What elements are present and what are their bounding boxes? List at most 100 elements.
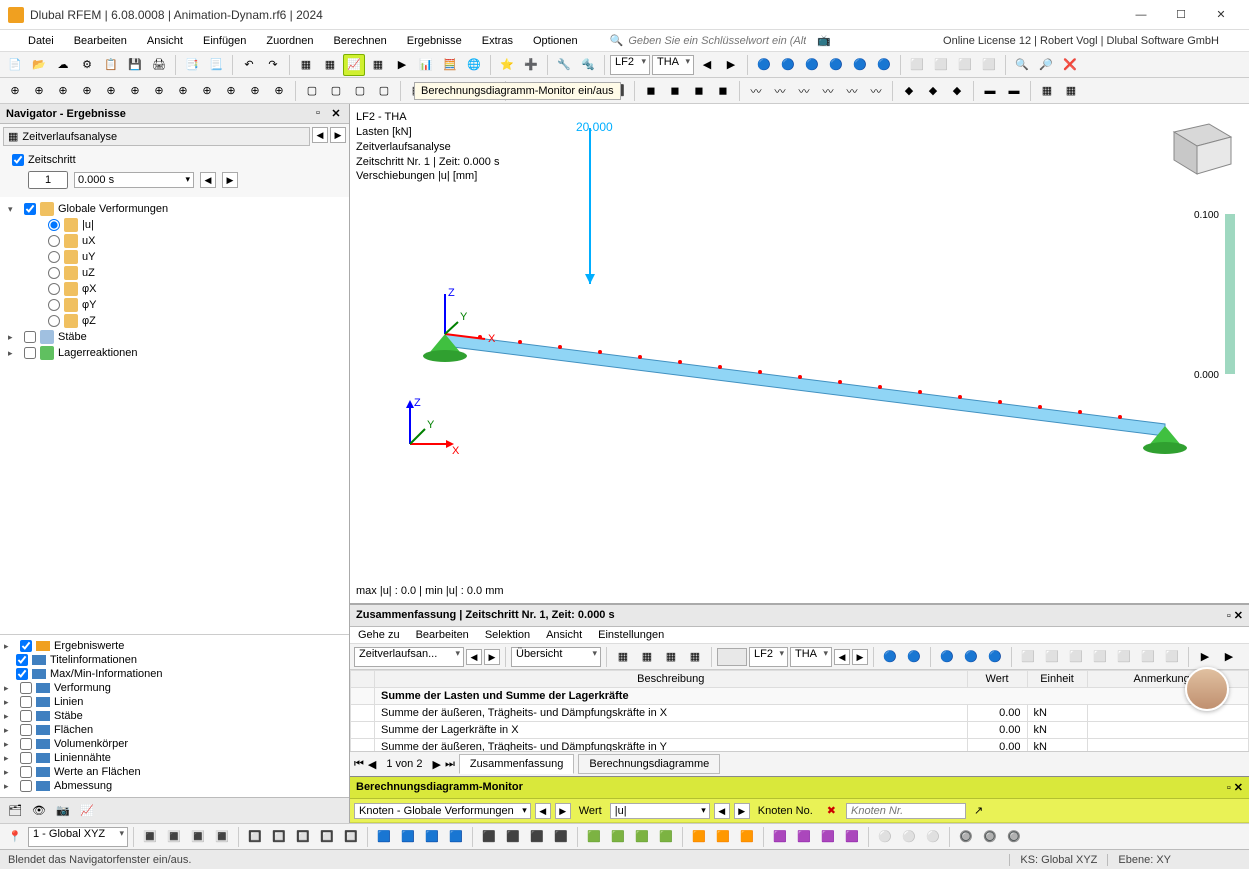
tab-diagrams[interactable]: Berechnungsdiagramme (578, 754, 720, 774)
tb-calc1[interactable]: 📊 (415, 54, 437, 76)
check-welds[interactable] (20, 752, 32, 764)
tb-table3[interactable]: ▦ (367, 54, 389, 76)
tree-item-global[interactable]: Globale Verformungen (58, 203, 168, 215)
bt-a[interactable]: 📍 (4, 826, 26, 848)
analysis-prev[interactable]: ◀ (312, 127, 328, 143)
tb-w2[interactable]: ⬜ (930, 54, 952, 76)
mon-val-next[interactable]: ▶ (734, 803, 750, 819)
tree-item-u[interactable]: |u| (82, 219, 94, 231)
tree-check-supports[interactable] (24, 347, 36, 359)
check-title[interactable] (16, 654, 28, 666)
bt-6[interactable]: 🔲 (268, 826, 290, 848)
radio-phiz[interactable] (48, 315, 60, 327)
check-surfvals[interactable] (20, 766, 32, 778)
st-4[interactable]: ▦ (684, 646, 706, 668)
bt-18[interactable]: 🟩 (583, 826, 605, 848)
tb-zoom-out[interactable]: 🔎 (1035, 54, 1057, 76)
minimize-button[interactable]: — (1121, 1, 1161, 29)
table-row[interactable]: Summe der Lagerkräfte in X0.00kN (351, 722, 1249, 739)
tb-v3[interactable]: 🔵 (801, 54, 823, 76)
tb-table2[interactable]: ▦ (319, 54, 341, 76)
check-maxmin[interactable] (16, 668, 28, 680)
tb-v1[interactable]: 🔵 (753, 54, 775, 76)
tb-wizard[interactable]: ⚙ (76, 54, 98, 76)
bt-33[interactable]: 🔘 (979, 826, 1001, 848)
tb-undo[interactable]: ↶ (238, 54, 260, 76)
st-1[interactable]: ▦ (612, 646, 634, 668)
tb-b4[interactable]: ⊕ (76, 80, 98, 102)
tb-j2[interactable]: ▦ (1060, 80, 1082, 102)
tree-item-members[interactable]: Stäbe (58, 331, 87, 343)
bt-34[interactable]: 🔘 (1003, 826, 1025, 848)
bt-7[interactable]: 🔲 (292, 826, 314, 848)
nav-tab-3[interactable]: 📷 (52, 800, 74, 822)
sum-prev[interactable]: ◀ (466, 649, 482, 665)
sm-view[interactable]: Ansicht (546, 629, 582, 641)
tb-zoom-fit[interactable]: ❌ (1059, 54, 1081, 76)
bt-25[interactable]: 🟪 (769, 826, 791, 848)
tree-item-uz[interactable]: uZ (82, 267, 95, 279)
loadcase-selector[interactable]: LF2 (610, 55, 650, 75)
tb-table1[interactable]: ▦ (295, 54, 317, 76)
check-lines[interactable] (20, 696, 32, 708)
bt-28[interactable]: 🟪 (841, 826, 863, 848)
st-b[interactable]: 🔵 (903, 646, 925, 668)
timestep-next[interactable]: ▶ (222, 172, 238, 188)
tb-c2[interactable]: ▢ (325, 80, 347, 102)
caret-icon[interactable]: ▸ (8, 332, 20, 343)
radio-phiy[interactable] (48, 299, 60, 311)
bt-17[interactable]: ⬛ (550, 826, 572, 848)
tb-f3[interactable]: ◼ (688, 80, 710, 102)
menu-optionen[interactable]: Optionen (525, 33, 586, 49)
bt-20[interactable]: 🟩 (631, 826, 653, 848)
nav-tab-2[interactable]: 👁 (28, 800, 50, 822)
menu-extras[interactable]: Extras (474, 33, 521, 49)
tb-save[interactable]: 💾 (124, 54, 146, 76)
tb-h3[interactable]: ◆ (946, 80, 968, 102)
tb-anim[interactable]: ▶ (391, 54, 413, 76)
st-a[interactable]: 🔵 (879, 646, 901, 668)
st-3[interactable]: ▦ (660, 646, 682, 668)
tb-star[interactable]: ⭐ (496, 54, 518, 76)
bt-2[interactable]: 🔳 (163, 826, 185, 848)
tb-b7[interactable]: ⊕ (148, 80, 170, 102)
sum-next[interactable]: ▶ (484, 649, 500, 665)
bt-19[interactable]: 🟩 (607, 826, 629, 848)
radio-uz[interactable] (48, 267, 60, 279)
bt-31[interactable]: ⚪ (922, 826, 944, 848)
tb-j1[interactable]: ▦ (1036, 80, 1058, 102)
tb-w3[interactable]: ⬜ (954, 54, 976, 76)
tb-doc2[interactable]: 📃 (205, 54, 227, 76)
close-button[interactable]: ✕ (1201, 1, 1241, 29)
pick-icon[interactable]: ↗ (974, 804, 983, 817)
table-row[interactable]: Summe der äußeren, Trägheits- und Dämpfu… (351, 705, 1249, 722)
tb-b1[interactable]: ⊕ (4, 80, 26, 102)
pin-icon[interactable]: ▫ (1227, 610, 1231, 622)
tb-f2[interactable]: ◼ (664, 80, 686, 102)
st-d[interactable]: 🔵 (960, 646, 982, 668)
nav-tab-4[interactable]: 📈 (76, 800, 98, 822)
st-f5[interactable]: ⬜ (1113, 646, 1135, 668)
bt-15[interactable]: ⬛ (502, 826, 524, 848)
sm-sel[interactable]: Selektion (485, 629, 530, 641)
tb-f4[interactable]: ◼ (712, 80, 734, 102)
tb-diagram-monitor[interactable]: 📈 (343, 54, 365, 76)
caret-icon[interactable]: ▾ (8, 204, 20, 215)
pager-first[interactable]: ⏮ (354, 758, 364, 771)
tb-b5[interactable]: ⊕ (100, 80, 122, 102)
bt-11[interactable]: 🟦 (397, 826, 419, 848)
3d-viewport[interactable]: LF2 - THA Lasten [kN] Zeitverlaufsanalys… (350, 104, 1249, 603)
bt-23[interactable]: 🟧 (712, 826, 734, 848)
bt-26[interactable]: 🟪 (793, 826, 815, 848)
timestep-no-input[interactable] (28, 171, 68, 189)
bt-3[interactable]: 🔳 (187, 826, 209, 848)
tb-add[interactable]: ➕ (520, 54, 542, 76)
bt-1[interactable]: 🔳 (139, 826, 161, 848)
tb-globe[interactable]: 🌐 (463, 54, 485, 76)
avatar[interactable] (1185, 667, 1229, 711)
sum-lf-prev[interactable]: ◀ (834, 649, 850, 665)
st-f6[interactable]: ⬜ (1137, 646, 1159, 668)
pager-prev[interactable]: ◀ (368, 758, 376, 771)
tb-b2[interactable]: ⊕ (28, 80, 50, 102)
tb-b9[interactable]: ⊕ (196, 80, 218, 102)
